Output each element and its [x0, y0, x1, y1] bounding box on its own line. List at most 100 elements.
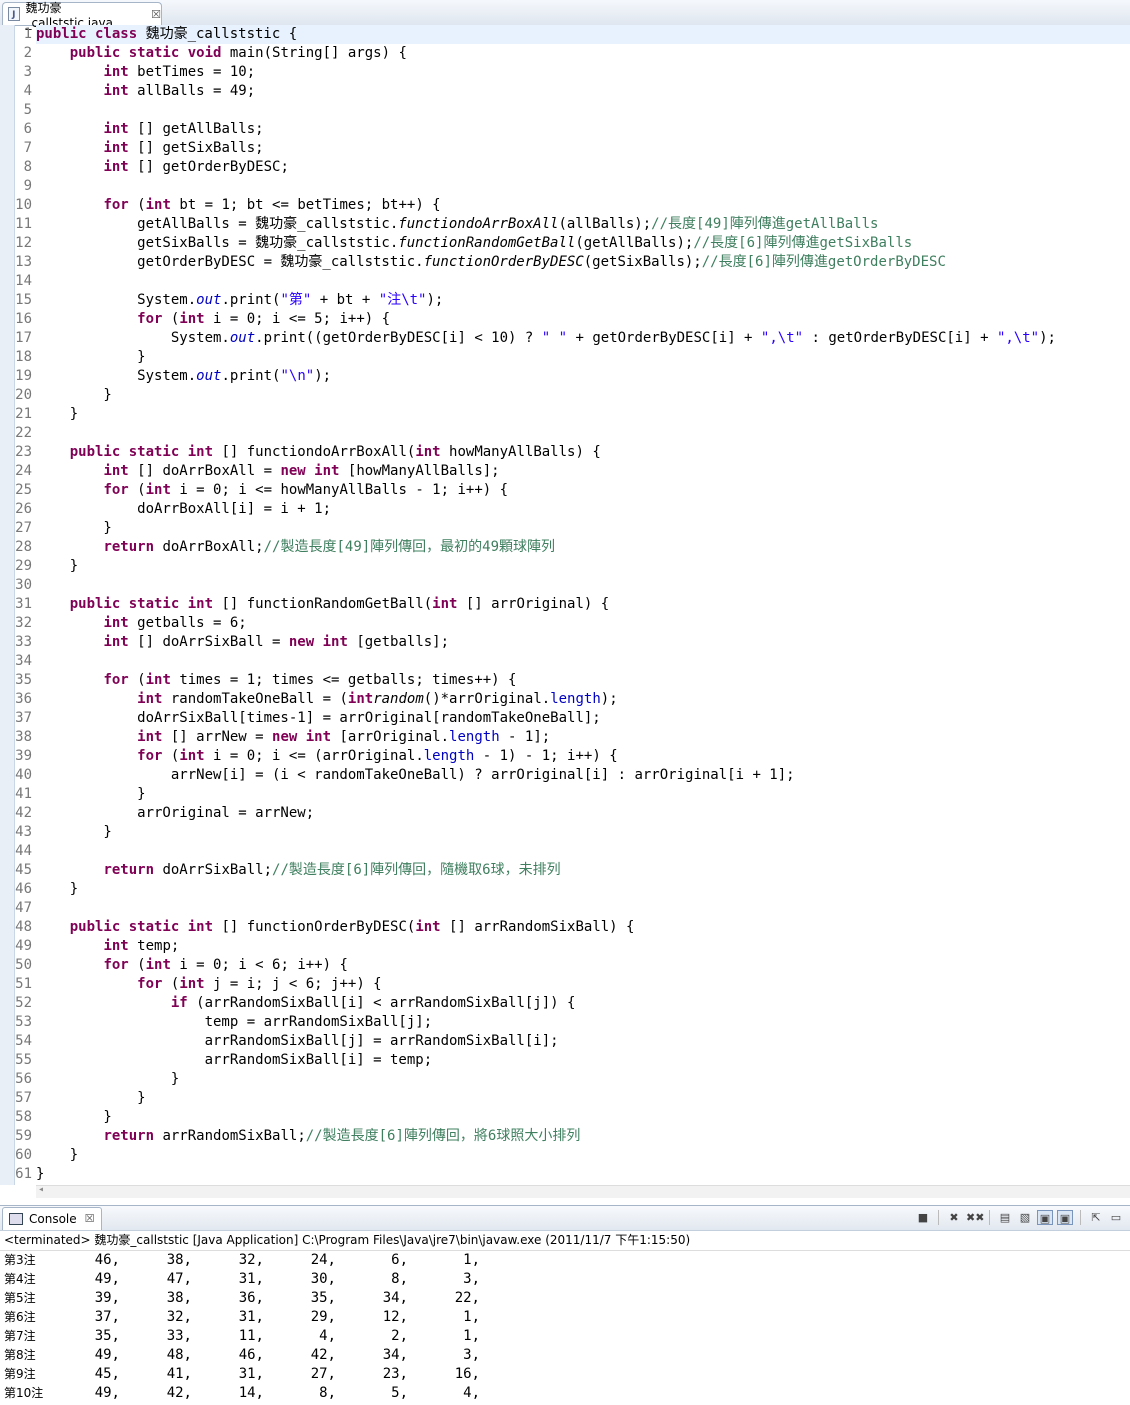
- code-text: [] getSixBalls;: [137, 140, 264, 156]
- code-line[interactable]: for (int times = 1; times <= getballs; t…: [36, 671, 1130, 690]
- code-line[interactable]: public static int [] functiondoArrBoxAll…: [36, 443, 1130, 462]
- close-icon[interactable]: ☒: [151, 8, 161, 21]
- console-tool-icon[interactable]: ▣: [1057, 1210, 1073, 1225]
- code-line[interactable]: [36, 424, 1130, 443]
- code-line[interactable]: }: [36, 1146, 1130, 1165]
- ball-number: 23,: [382, 1366, 408, 1382]
- code-line[interactable]: System.out.print((getOrderByDESC[i] < 10…: [36, 329, 1130, 348]
- code-line[interactable]: arrRandomSixBall[i] = temp;: [36, 1051, 1130, 1070]
- code-line[interactable]: int [] getOrderByDESC;: [36, 158, 1130, 177]
- code-line[interactable]: getOrderByDESC = 魏功豪_callststic.function…: [36, 253, 1130, 272]
- scroll-left-icon[interactable]: ◂: [38, 1184, 44, 1195]
- code-line[interactable]: }: [36, 557, 1130, 576]
- code-line[interactable]: [36, 272, 1130, 291]
- code-text: + getOrderByDESC[i] +: [567, 330, 761, 346]
- code-text: betTimes = 10;: [137, 64, 256, 80]
- code-area[interactable]: public class 魏功豪_callststic { public sta…: [36, 25, 1130, 1184]
- line-number: 8: [23, 159, 32, 175]
- code-text: }: [36, 1109, 112, 1125]
- line-number: 33: [15, 634, 32, 650]
- code-line[interactable]: }: [36, 405, 1130, 424]
- code-line[interactable]: }: [36, 1165, 1130, 1184]
- code-line[interactable]: temp = arrRandomSixBall[j];: [36, 1013, 1130, 1032]
- console-tool-icon[interactable]: ▤: [997, 1210, 1013, 1225]
- ball-number: 3,: [463, 1271, 480, 1287]
- code-line[interactable]: }: [36, 1089, 1130, 1108]
- line-number: 49: [15, 938, 32, 954]
- code-line[interactable]: }: [36, 880, 1130, 899]
- code-line[interactable]: for (int i = 0; i < 6; i++) {: [36, 956, 1130, 975]
- code-line[interactable]: for (int i = 0; i <= 5; i++) {: [36, 310, 1130, 329]
- code-line[interactable]: }: [36, 1108, 1130, 1127]
- code-line[interactable]: int [] getAllBalls;: [36, 120, 1130, 139]
- console-tool-icon[interactable]: ■: [915, 1210, 931, 1225]
- code-line[interactable]: int [] doArrSixBall = new int [getballs]…: [36, 633, 1130, 652]
- console-output-line: 第9注 45, 41, 31, 27, 23, 16,: [4, 1365, 1130, 1384]
- code-line[interactable]: for (int bt = 1; bt <= betTimes; bt++) {: [36, 196, 1130, 215]
- code-line[interactable]: if (arrRandomSixBall[i] < arrRandomSixBa…: [36, 994, 1130, 1013]
- code-line[interactable]: [36, 899, 1130, 918]
- code-line[interactable]: }: [36, 785, 1130, 804]
- horizontal-scrollbar[interactable]: ◂: [36, 1184, 1130, 1198]
- console-tool-icon[interactable]: ▣: [1037, 1210, 1053, 1225]
- code-line[interactable]: return doArrSixBall;//製造長度[6]陣列傳回，隨機取6球，…: [36, 861, 1130, 880]
- code-line[interactable]: arrOriginal = arrNew;: [36, 804, 1130, 823]
- console-tool-icon[interactable]: ✖: [946, 1210, 962, 1225]
- close-icon[interactable]: ☒: [85, 1212, 95, 1225]
- code-line[interactable]: public static int [] functionRandomGetBa…: [36, 595, 1130, 614]
- code-line[interactable]: int temp;: [36, 937, 1130, 956]
- code-line[interactable]: [36, 101, 1130, 120]
- code-text: out: [196, 368, 222, 384]
- code-text: : getOrderByDESC[i] +: [803, 330, 997, 346]
- code-line[interactable]: for (int i = 0; i <= howManyAllBalls - 1…: [36, 481, 1130, 500]
- console-tool-icon[interactable]: ▧: [1017, 1210, 1033, 1225]
- code-line[interactable]: getSixBalls = 魏功豪_callststic.functionRan…: [36, 234, 1130, 253]
- code-line[interactable]: int randomTakeOneBall = (intrandom()*arr…: [36, 690, 1130, 709]
- code-line[interactable]: int [] arrNew = new int [arrOriginal.len…: [36, 728, 1130, 747]
- code-line[interactable]: int allBalls = 49;: [36, 82, 1130, 101]
- code-line[interactable]: [36, 842, 1130, 861]
- line-number: 31: [15, 596, 32, 612]
- code-text: i = 0; i <= 5; i++) {: [213, 311, 391, 327]
- code-line[interactable]: int getballs = 6;: [36, 614, 1130, 633]
- code-line[interactable]: arrRandomSixBall[j] = arrRandomSixBall[i…: [36, 1032, 1130, 1051]
- code-line[interactable]: getAllBalls = 魏功豪_callststic.functiondoA…: [36, 215, 1130, 234]
- code-line[interactable]: [36, 177, 1130, 196]
- code-line[interactable]: int betTimes = 10;: [36, 63, 1130, 82]
- code-text: i = 0; i < 6; i++) {: [179, 957, 348, 973]
- code-line[interactable]: }: [36, 348, 1130, 367]
- line-number: 13: [15, 254, 32, 270]
- code-line[interactable]: int [] doArrBoxAll = new int [howManyAll…: [36, 462, 1130, 481]
- code-line[interactable]: [36, 652, 1130, 671]
- code-line[interactable]: return arrRandomSixBall;//製造長度[6]陣列傳回，將6…: [36, 1127, 1130, 1146]
- code-line[interactable]: doArrBoxAll[i] = i + 1;: [36, 500, 1130, 519]
- editor-tab[interactable]: J 魏功豪_callststic.java ☒: [2, 1, 162, 30]
- line-number: 29: [15, 558, 32, 574]
- code-line[interactable]: public static int [] functionOrderByDESC…: [36, 918, 1130, 937]
- code-line[interactable]: for (int i = 0; i <= (arrOriginal.length…: [36, 747, 1130, 766]
- console-tool-icon[interactable]: ▭: [1108, 1210, 1124, 1225]
- code-line[interactable]: }: [36, 1070, 1130, 1089]
- code-line[interactable]: }: [36, 386, 1130, 405]
- code-line[interactable]: System.out.print("第" + bt + "注\t");: [36, 291, 1130, 310]
- code-line[interactable]: }: [36, 823, 1130, 842]
- code-line[interactable]: doArrSixBall[times-1] = arrOriginal[rand…: [36, 709, 1130, 728]
- code-editor[interactable]: 1 2 3 4 5 6 7 8 9 10 11 12 13 14 15 16 17 18 19 20 21 22 23 24 2…: [0, 25, 1130, 1198]
- code-line[interactable]: }: [36, 519, 1130, 538]
- code-string: ",\t": [996, 330, 1040, 346]
- code-line[interactable]: arrNew[i] = (i < randomTakeOneBall) ? ar…: [36, 766, 1130, 785]
- toolbar-separator: [989, 1210, 990, 1225]
- code-line[interactable]: [36, 576, 1130, 595]
- code-line[interactable]: return doArrBoxAll;//製造長度[49]陣列傳回，最初的49顆…: [36, 538, 1130, 557]
- code-line[interactable]: for (int j = i; j < 6; j++) {: [36, 975, 1130, 994]
- code-keyword: int: [103, 64, 138, 80]
- code-line[interactable]: public class 魏功豪_callststic {: [36, 25, 1130, 44]
- console-tool-icon[interactable]: ⇱: [1088, 1210, 1104, 1225]
- code-line[interactable]: public static void main(String[] args) {: [36, 44, 1130, 63]
- console-tool-icon[interactable]: ✖✖: [966, 1210, 984, 1225]
- code-line[interactable]: int [] getSixBalls;: [36, 139, 1130, 158]
- code-line[interactable]: System.out.print("\n");: [36, 367, 1130, 386]
- console-tab[interactable]: Console ☒: [2, 1206, 102, 1230]
